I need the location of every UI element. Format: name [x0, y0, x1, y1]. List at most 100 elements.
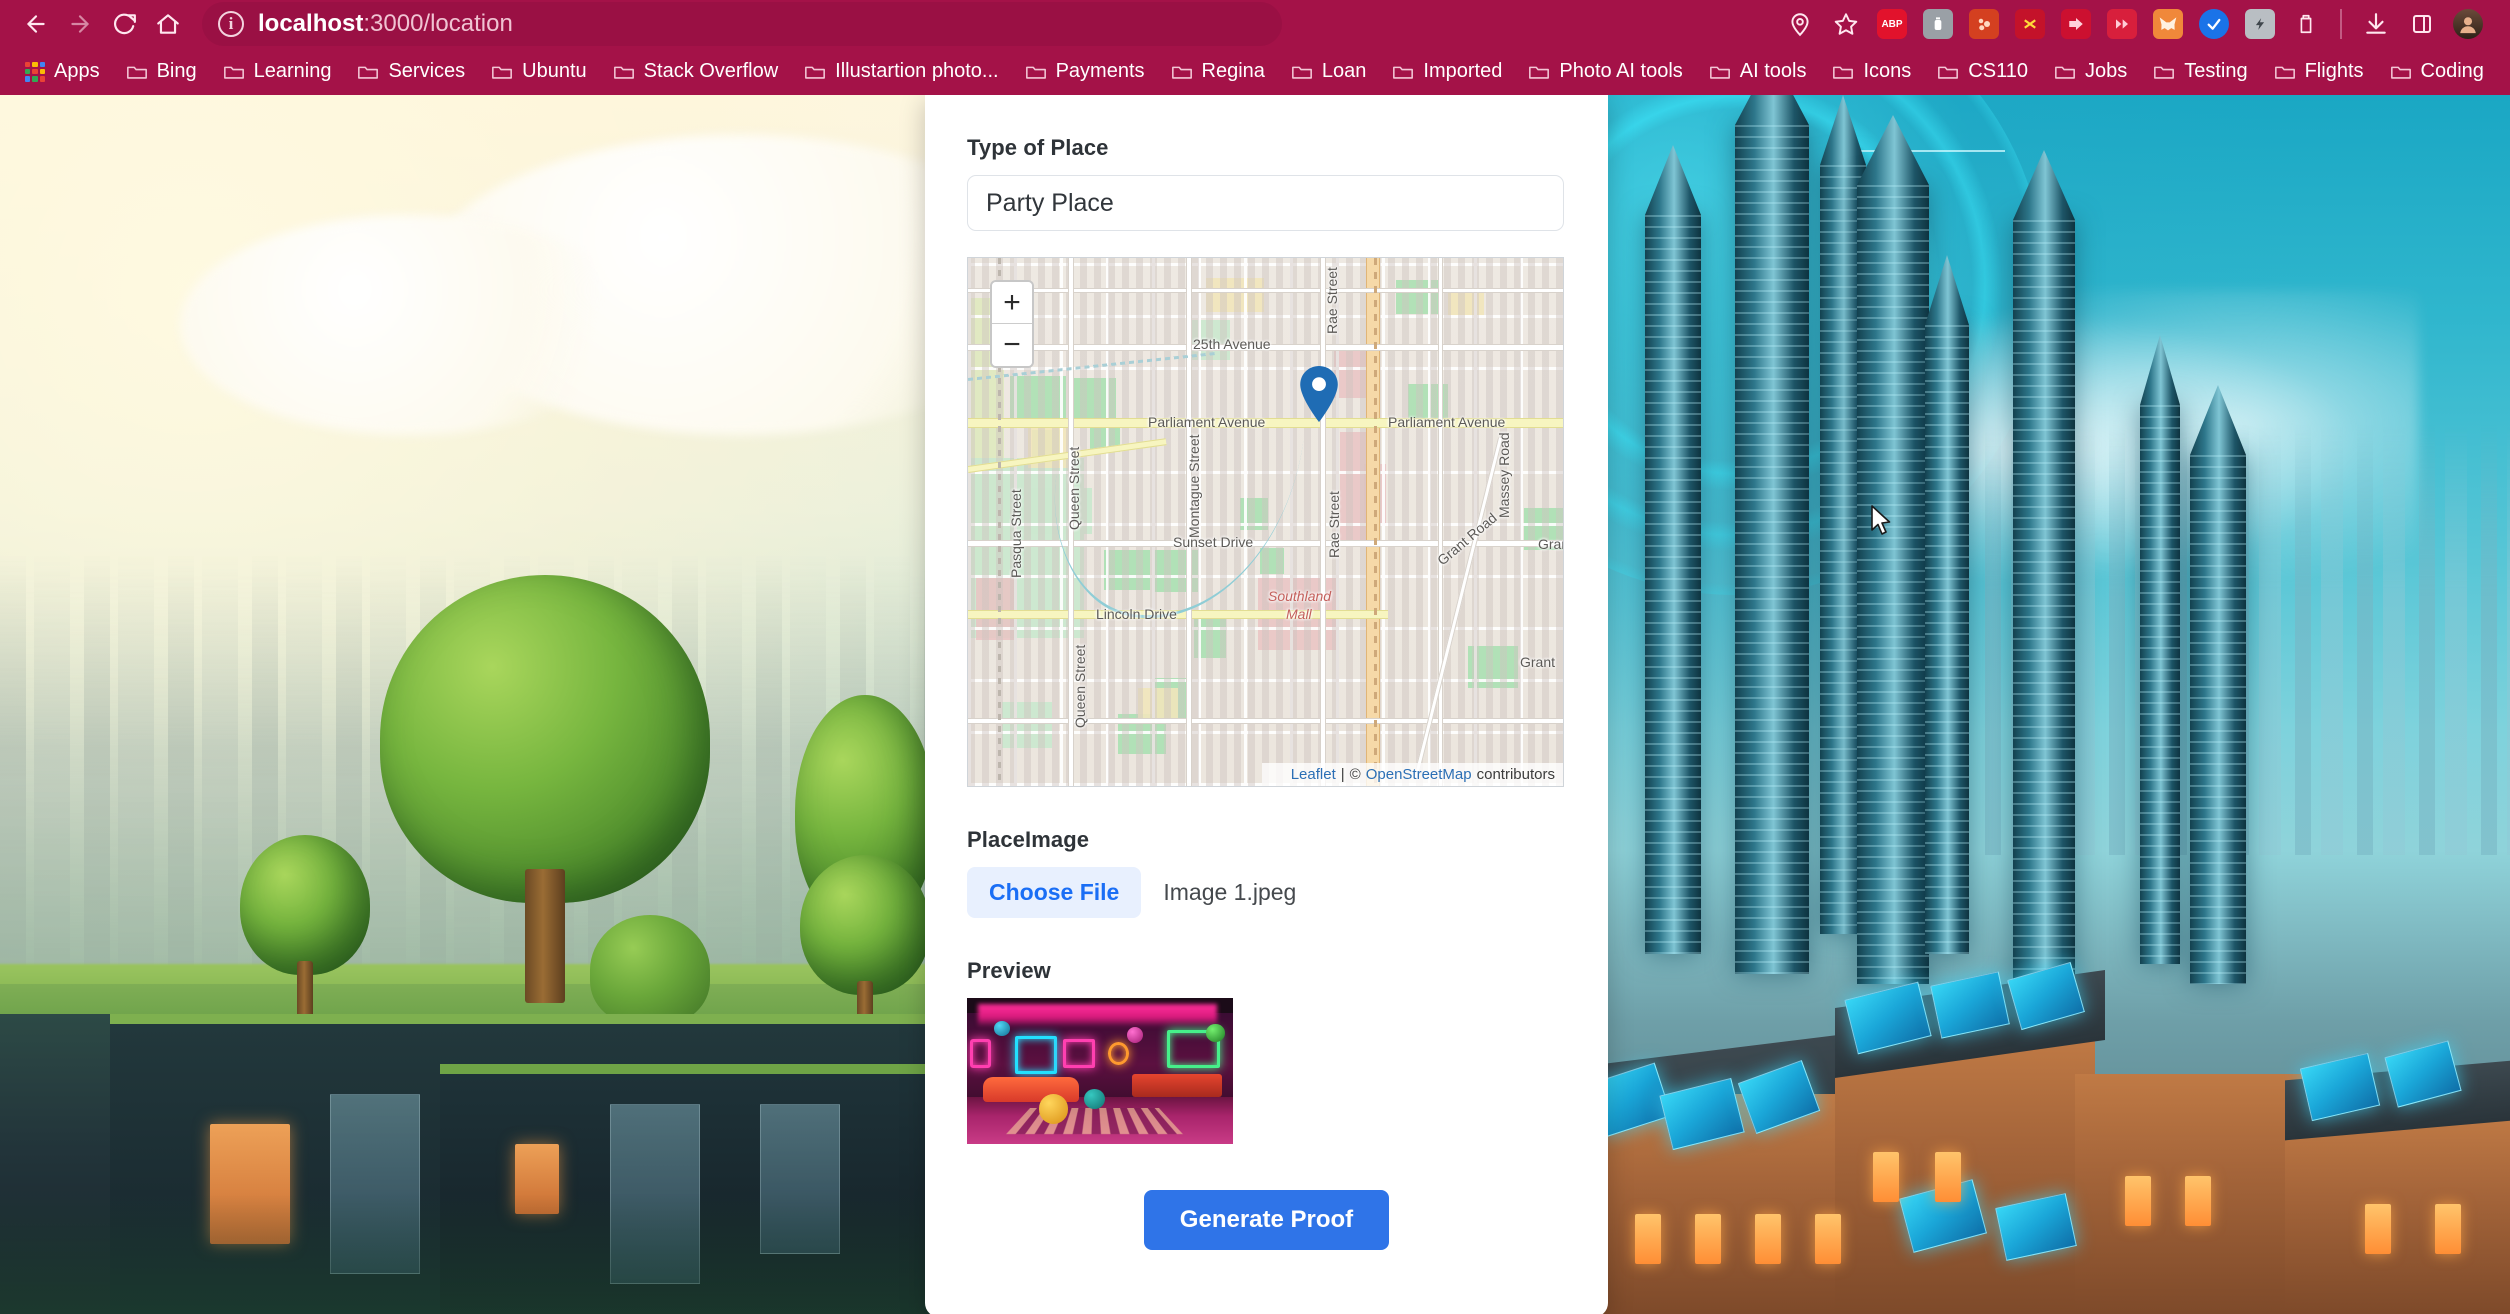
bookmark-loan[interactable]: Loan — [1280, 55, 1378, 88]
bookmark-cs110[interactable]: CS110 — [1926, 55, 2039, 88]
adblock-plus-extension-icon[interactable]: ABP — [1872, 4, 1912, 44]
fast-forward-extension-icon[interactable] — [2102, 4, 2142, 44]
back-button[interactable] — [14, 2, 58, 46]
location-pin-icon[interactable] — [1780, 4, 1820, 44]
map-zoom-in-button[interactable]: + — [992, 282, 1032, 324]
mouse-pointer-icon — [1870, 505, 1892, 542]
bookmark-label: Testing — [2184, 60, 2248, 82]
preview-thumbnail[interactable] — [967, 998, 1233, 1144]
bookmark-label: CS110 — [1968, 60, 2028, 82]
url-text: localhost:3000/location — [258, 10, 513, 38]
openstreetmap-link[interactable]: OpenStreetMap — [1366, 766, 1472, 783]
folder-icon — [1528, 62, 1550, 81]
type-of-place-label: Type of Place — [967, 135, 1109, 160]
honey-extension-icon[interactable] — [1964, 4, 2004, 44]
place-image-section: PlaceImage Choose File Image 1.jpeg — [967, 827, 1566, 918]
bookmark-label: Stack Overflow — [643, 60, 779, 82]
toolbar-divider — [2340, 9, 2342, 39]
bookmark-label: Learning — [253, 60, 332, 82]
bookmark-star-icon[interactable] — [1826, 4, 1866, 44]
bookmark-icons[interactable]: Icons — [1821, 55, 1922, 88]
map-label: Grant — [1520, 654, 1556, 670]
map-attribution: Leaflet | © OpenStreetMap contributors — [1261, 763, 1563, 786]
folder-icon — [1937, 62, 1959, 81]
map-label: Parliament Avenue — [1388, 414, 1506, 430]
type-of-place-input[interactable] — [967, 175, 1564, 231]
folder-icon — [1171, 62, 1193, 81]
ukraine-flag-icon — [1268, 769, 1286, 781]
bookmark-bing[interactable]: Bing — [115, 55, 208, 88]
background-image-cyber-city — [1425, 95, 2510, 1314]
map-label: Queen Street — [1072, 644, 1088, 728]
bookmark-label: Payments — [1055, 60, 1145, 82]
preview-section: Preview — [967, 958, 1566, 1144]
arrow-extension-icon[interactable] — [2056, 4, 2096, 44]
folder-icon — [804, 62, 826, 81]
page-viewport: Type of Place Party Place 25th Avenue Pa… — [0, 95, 2510, 1314]
url-path: :3000/location — [363, 10, 513, 37]
home-button[interactable] — [146, 2, 190, 46]
preview-image-neon-room — [967, 998, 1233, 1144]
bookmark-coding[interactable]: Coding — [2379, 55, 2495, 88]
shield-extension-icon[interactable] — [2010, 4, 2050, 44]
side-panel-icon[interactable] — [2402, 4, 2442, 44]
bookmark-photo-ai-tools[interactable]: Photo AI tools — [1517, 55, 1693, 88]
toolbar-icons: ABP — [1780, 4, 2496, 44]
bookmark-apps[interactable]: Apps — [14, 55, 111, 88]
bookmark-payments[interactable]: Payments — [1014, 55, 1156, 88]
bookmark-stack-overflow[interactable]: Stack Overflow — [602, 55, 789, 88]
metamask-fox-icon[interactable] — [2148, 4, 2188, 44]
generate-proof-button[interactable]: Generate Proof — [1143, 1190, 1390, 1250]
bookmark-imported[interactable]: Imported — [1381, 55, 1513, 88]
bookmark-learning[interactable]: Learning — [212, 55, 343, 88]
bookmark-label: AI tools — [1739, 60, 1807, 82]
url-host: localhost — [258, 10, 364, 37]
grammar-extension-icon[interactable] — [1918, 4, 1958, 44]
info-circle-icon[interactable]: i — [218, 11, 244, 37]
bookmark-services[interactable]: Services — [346, 55, 476, 88]
map-tiles: 25th Avenue Parliament Avenue Parliament… — [968, 258, 1563, 786]
map-marker-icon[interactable] — [1298, 366, 1340, 422]
selected-file-name: Image 1.jpeg — [1163, 879, 1297, 905]
clipboard-extension-icon[interactable] — [2286, 4, 2326, 44]
reload-button[interactable] — [102, 2, 146, 46]
folder-icon — [1709, 62, 1731, 81]
attribution-suffix: contributors — [1476, 766, 1555, 783]
map-zoom-controls[interactable]: + − — [990, 280, 1034, 368]
bookmark-illustration-photos[interactable]: Illustartion photo... — [793, 55, 1009, 88]
profile-avatar-icon[interactable] — [2448, 4, 2488, 44]
checkmark-extension-icon[interactable] — [2194, 4, 2234, 44]
map-label: Montague Street — [1186, 434, 1202, 538]
bookmark-ubuntu[interactable]: Ubuntu — [480, 55, 598, 88]
attribution-divider: | — [1340, 766, 1345, 783]
map-label: 25th Avenue — [1193, 336, 1271, 352]
bookmark-label: Coding — [2420, 60, 2484, 82]
folder-icon — [2390, 62, 2412, 81]
abp-badge: ABP — [1877, 9, 1907, 39]
choose-file-button[interactable]: Choose File — [967, 867, 1142, 918]
downloads-icon[interactable] — [2356, 4, 2396, 44]
bookmark-label: Photo AI tools — [1559, 60, 1683, 82]
folder-icon — [1392, 62, 1414, 81]
bookmark-label: Bing — [156, 60, 197, 82]
bookmark-label: Services — [388, 60, 466, 82]
forward-button[interactable] — [58, 2, 102, 46]
location-form-card: Type of Place Party Place 25th Avenue Pa… — [925, 95, 1608, 1314]
notes-extension-icon[interactable] — [2240, 4, 2280, 44]
bookmark-regina[interactable]: Regina — [1160, 55, 1276, 88]
bookmark-jobs[interactable]: Jobs — [2043, 55, 2138, 88]
address-bar[interactable]: i localhost:3000/location — [202, 2, 1282, 46]
leaflet-link[interactable]: Leaflet — [1291, 766, 1336, 783]
bookmark-label: Icons — [1863, 60, 1912, 82]
map-label: Mall — [1286, 606, 1312, 622]
bookmark-ai-tools[interactable]: AI tools — [1698, 55, 1818, 88]
bookmark-testing[interactable]: Testing — [2142, 55, 2258, 88]
folder-icon — [2054, 62, 2076, 81]
map-zoom-out-button[interactable]: − — [992, 324, 1032, 366]
bookmark-label: Ubuntu — [522, 60, 587, 82]
location-map[interactable]: 25th Avenue Parliament Avenue Parliament… — [967, 257, 1564, 787]
folder-icon — [2153, 62, 2175, 81]
bookmark-label: Regina — [1201, 60, 1265, 82]
bookmark-flights[interactable]: Flights — [2263, 55, 2375, 88]
folder-icon — [1832, 62, 1854, 81]
